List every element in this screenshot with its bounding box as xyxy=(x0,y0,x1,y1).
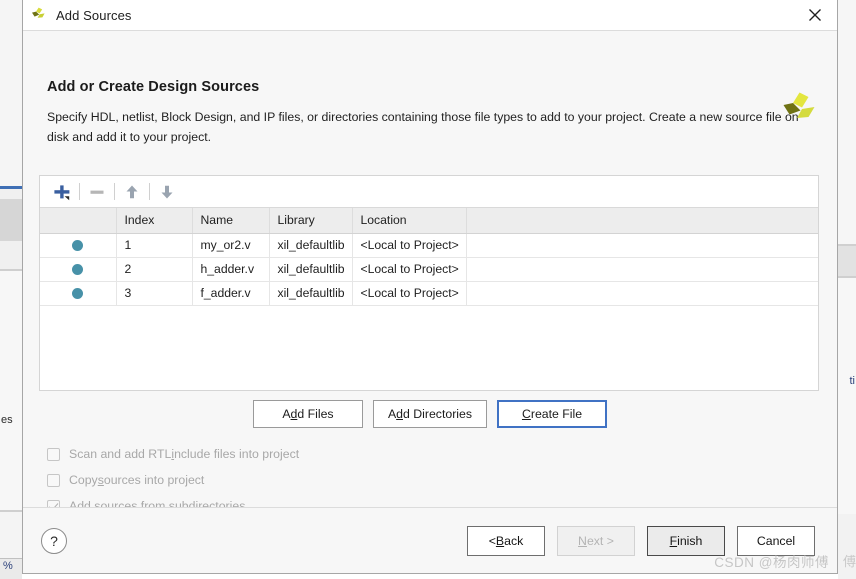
add-files-label-pre: A xyxy=(282,407,291,421)
xilinx-logo-icon xyxy=(779,89,821,134)
next-accel: N xyxy=(578,533,587,548)
add-files-button[interactable]: Add Files xyxy=(252,400,363,428)
row-status-cell xyxy=(40,233,117,258)
source-status-dot-icon xyxy=(72,240,84,252)
background-left-percent: % xyxy=(3,560,13,572)
add-files-accel: d xyxy=(290,407,298,421)
row-status-cell xyxy=(40,257,117,282)
background-right-text: ti xyxy=(849,375,856,387)
back-button[interactable]: < Back xyxy=(467,525,545,556)
cell-library[interactable]: xil_defaultlib xyxy=(269,233,353,258)
option-label-post: nclude files into project xyxy=(174,447,300,461)
row-status-cell xyxy=(40,281,117,306)
cell-name[interactable]: f_adder.v xyxy=(192,281,270,306)
checkbox-icon[interactable] xyxy=(47,447,60,461)
cell-location: <Local to Project> xyxy=(352,257,467,282)
finish-accel: F xyxy=(669,533,678,548)
cancel-label: Cancel xyxy=(756,533,796,548)
column-header-index[interactable]: Index xyxy=(116,208,193,234)
back-accel: B xyxy=(495,533,505,548)
cell-location: <Local to Project> xyxy=(352,233,467,258)
add-directories-label-post: d Directories xyxy=(403,407,473,421)
create-file-button[interactable]: Create File xyxy=(497,400,608,428)
background-window-right-edge: ti 傅 xyxy=(838,0,856,579)
option-copy-sources[interactable]: Copy s ources into project xyxy=(47,467,299,493)
add-directories-accel: d xyxy=(396,407,403,421)
option-label-pre: Scan and add RTL xyxy=(69,447,172,461)
cell-filler xyxy=(466,233,818,258)
source-status-dot-icon xyxy=(72,288,84,300)
background-right-watermark: 傅 xyxy=(842,554,856,569)
toolbar-separator xyxy=(114,183,115,200)
cell-index: 1 xyxy=(116,233,193,258)
page-description: Specify HDL, netlist, Block Design, and … xyxy=(47,110,799,144)
page-title: Add or Create Design Sources xyxy=(47,79,260,95)
close-icon[interactable] xyxy=(793,0,837,30)
table-header-row: Index Name Library Location xyxy=(40,208,818,234)
cell-library[interactable]: xil_defaultlib xyxy=(269,281,353,306)
option-label-pre: Copy xyxy=(69,473,98,487)
cell-name[interactable]: h_adder.v xyxy=(192,257,270,282)
table-row[interactable]: 3 f_adder.v xil_defaultlib <Local to Pro… xyxy=(40,281,818,306)
csdn-watermark: CSDN @杨肉师傅 xyxy=(714,555,829,570)
source-action-buttons: Add Files Add Directories Create File xyxy=(23,400,837,428)
option-label-post: ources into project xyxy=(103,473,205,487)
dialog-title: Add Sources xyxy=(56,7,132,23)
add-files-label-post: d Files xyxy=(297,407,334,421)
finish-label-post: inish xyxy=(677,533,703,548)
cell-name[interactable]: my_or2.v xyxy=(192,233,270,258)
cell-index: 2 xyxy=(116,257,193,282)
vivado-logo-icon xyxy=(30,6,48,24)
add-directories-button[interactable]: Add Directories xyxy=(372,400,488,428)
option-scan-rtl-include[interactable]: Scan and add RTL i nclude files into proj… xyxy=(47,441,299,467)
sources-table: Index Name Library Location 1 my_or2.v x… xyxy=(40,208,818,306)
help-button[interactable]: ? xyxy=(41,527,67,554)
back-label-post: ack xyxy=(504,533,524,548)
table-row[interactable]: 2 h_adder.v xil_defaultlib <Local to Pro… xyxy=(40,257,818,282)
cell-index: 3 xyxy=(116,281,193,306)
column-header-status[interactable] xyxy=(40,208,117,234)
create-file-accel: C xyxy=(521,407,531,421)
cell-filler xyxy=(466,281,818,306)
toolbar-separator xyxy=(79,183,80,200)
arrow-up-icon[interactable] xyxy=(118,179,146,205)
next-label-post: ext > xyxy=(586,533,614,548)
dialog-footer: ? < Back Next > Finish Cancel CSDN @杨肉师傅 xyxy=(23,507,837,573)
dialog-titlebar: Add Sources xyxy=(23,0,837,31)
plus-icon[interactable] xyxy=(48,179,76,205)
checkbox-icon[interactable] xyxy=(47,473,60,487)
add-directories-label-pre: A xyxy=(387,407,397,421)
background-left-text: es xyxy=(1,414,13,426)
arrow-down-icon[interactable] xyxy=(153,179,181,205)
table-row[interactable]: 1 my_or2.v xil_defaultlib <Local to Proj… xyxy=(40,233,818,258)
minus-icon[interactable] xyxy=(83,179,111,205)
column-header-location[interactable]: Location xyxy=(352,208,467,234)
cell-filler xyxy=(466,257,818,282)
add-sources-dialog: Add Sources Add or Create Design Sources… xyxy=(22,0,838,574)
toolbar-separator xyxy=(149,183,150,200)
sources-panel: Index Name Library Location 1 my_or2.v x… xyxy=(39,175,819,391)
column-header-library[interactable]: Library xyxy=(269,208,353,234)
dialog-body: Add or Create Design Sources Specify HDL… xyxy=(23,31,837,513)
source-status-dot-icon xyxy=(72,264,84,276)
next-button: Next > xyxy=(557,525,635,556)
sources-toolbar xyxy=(40,176,818,208)
back-label-pre: < xyxy=(488,533,496,548)
column-header-filler xyxy=(466,208,818,234)
column-header-name[interactable]: Name xyxy=(192,208,270,234)
cell-location: <Local to Project> xyxy=(352,281,467,306)
background-window-left-edge: es % xyxy=(0,0,22,579)
cell-library[interactable]: xil_defaultlib xyxy=(269,257,353,282)
create-file-label-post: reate File xyxy=(530,407,583,421)
sources-table-body: 1 my_or2.v xil_defaultlib <Local to Proj… xyxy=(40,233,818,306)
